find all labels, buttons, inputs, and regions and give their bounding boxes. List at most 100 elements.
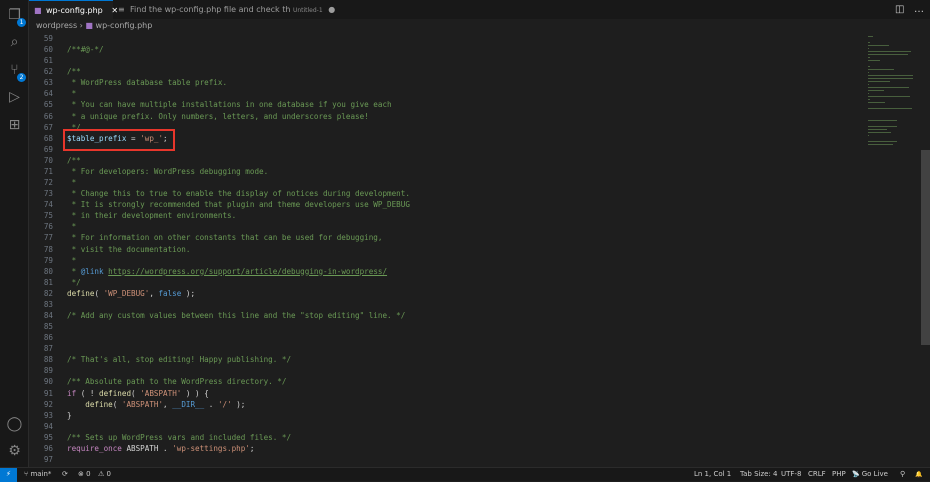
code-token: if — [67, 388, 77, 398]
code-token: ( — [112, 399, 122, 409]
minimap-line — [868, 81, 891, 82]
go-live-button[interactable]: 📡 Go Live — [852, 468, 888, 481]
split-editor-icon[interactable]: ◫ — [895, 4, 904, 15]
code-line[interactable]: /* That's all, stop editing! Happy publi… — [67, 355, 291, 364]
minimap-line — [868, 87, 910, 88]
code-line[interactable]: * — [67, 222, 77, 232]
line-number: 67 — [43, 122, 53, 132]
code-token: require_once — [67, 443, 122, 453]
line-number: 77 — [43, 233, 53, 243]
code-line[interactable]: define( 'WP_DEBUG', false ); — [67, 289, 195, 298]
source-control-icon[interactable]: ⑂ 2 — [6, 62, 26, 82]
code-line[interactable]: * @link https://wordpress.org/support/ar… — [67, 267, 387, 276]
code-line[interactable]: * — [67, 255, 77, 265]
code-line[interactable]: /** Sets up WordPress vars and included … — [67, 433, 291, 442]
breadcrumb-file[interactable]: wp-config.php — [96, 21, 153, 30]
run-debug-icon[interactable]: ▷ — [6, 89, 23, 106]
code-line[interactable]: /** — [67, 67, 81, 76]
code-token: '/' — [217, 399, 232, 409]
minimap-line — [868, 96, 910, 97]
cursor-position[interactable]: Ln 1, Col 1 — [694, 468, 731, 481]
tab-wp-config[interactable]: ■ wp-config.php ✕ — [29, 0, 118, 19]
code-line[interactable]: * in their development environments. — [67, 211, 237, 220]
line-number: 86 — [43, 333, 53, 343]
line-number: 87 — [43, 344, 53, 354]
code-token: * WordPress database table prefix. — [67, 78, 228, 88]
tab-label: Find the wp-config.php file and check th — [130, 5, 291, 14]
code-token: * — [67, 266, 81, 276]
unsaved-dot-icon[interactable]: ● — [328, 5, 335, 14]
language-mode[interactable]: PHP — [832, 468, 846, 481]
extensions-icon[interactable]: ⊞ — [6, 117, 23, 134]
code-line[interactable]: /**#@-*/ — [67, 45, 104, 54]
code-token: * — [67, 222, 77, 232]
code-token: * — [67, 89, 77, 99]
code-token: /* That's all, stop editing! Happy publi… — [67, 355, 292, 365]
code-line[interactable]: define( 'ABSPATH', __DIR__ . '/' ); — [67, 400, 245, 409]
settings-gear-icon[interactable]: ⚙ — [6, 443, 23, 460]
code-token: * You can have multiple installations in… — [67, 100, 392, 110]
search-icon[interactable]: ⌕ — [6, 34, 23, 51]
scrollbar-thumb[interactable] — [921, 150, 930, 345]
code-line[interactable]: * WordPress database table prefix. — [67, 78, 227, 87]
line-ending[interactable]: CRLF — [808, 468, 826, 481]
code-line[interactable]: * You can have multiple installations in… — [67, 100, 392, 109]
code-token: * — [67, 255, 77, 265]
code-line[interactable]: */ — [67, 278, 81, 287]
feedback-icon[interactable]: ⚲ — [900, 468, 905, 481]
line-number: 78 — [43, 244, 53, 254]
code-line[interactable]: * It is strongly recommended that plugin… — [67, 200, 410, 209]
branch-indicator[interactable]: ⑂ main* — [24, 468, 51, 481]
code-line[interactable]: * — [67, 178, 77, 188]
code-line[interactable]: require_once ABSPATH . 'wp-settings.php'… — [67, 444, 254, 453]
code-line[interactable]: } — [67, 411, 72, 420]
remote-indicator[interactable]: ⚡ — [0, 468, 17, 482]
editor-actions: ◫ … — [895, 0, 924, 19]
line-number: 96 — [43, 443, 53, 453]
tab-size[interactable]: Tab Size: 4 — [740, 468, 777, 481]
minimap[interactable] — [866, 33, 920, 183]
code-line[interactable]: * — [67, 89, 77, 99]
line-number: 85 — [43, 322, 53, 332]
code-token: * — [67, 178, 77, 188]
code-token: * For developers: WordPress debugging mo… — [67, 166, 269, 176]
code-token: } — [67, 410, 72, 420]
code-line[interactable]: * a unique prefix. Only numbers, letters… — [67, 112, 369, 121]
code-line[interactable]: /** Absolute path to the WordPress direc… — [67, 377, 286, 386]
code-token: , — [163, 399, 173, 409]
minimap-line — [868, 48, 870, 49]
go-live-label: Go Live — [861, 470, 888, 478]
explorer-icon[interactable]: ❐ 1 — [6, 7, 26, 27]
line-number: 66 — [43, 111, 53, 121]
minimap-line — [868, 57, 870, 58]
warnings-count[interactable]: ⚠ 0 — [98, 468, 111, 481]
notifications-bell-icon[interactable]: 🔔 — [915, 468, 922, 481]
minimap-line — [868, 51, 911, 52]
minimap-line — [868, 90, 885, 91]
encoding[interactable]: UTF-8 — [781, 468, 801, 481]
activity-bar: ❐ 1 ⌕ ⑂ 2 ▷ ⊞ ◯ ⚙ — [0, 0, 29, 467]
more-actions-icon[interactable]: … — [914, 4, 924, 15]
code-line[interactable]: /* Add any custom values between this li… — [67, 311, 405, 320]
code-line[interactable]: if ( ! defined( 'ABSPATH' ) ) { — [67, 389, 209, 398]
sync-icon[interactable]: ⟳ — [62, 468, 68, 481]
errors-count[interactable]: ⊗ 0 — [78, 468, 91, 481]
line-number: 74 — [43, 200, 53, 210]
code-line[interactable]: * For developers: WordPress debugging mo… — [67, 166, 269, 176]
code-line[interactable]: * visit the documentation. — [67, 245, 191, 254]
code-line[interactable]: * For information on other constants tha… — [67, 233, 383, 242]
account-icon[interactable]: ◯ — [6, 416, 23, 433]
code-line[interactable]: * Change this to true to enable the disp… — [67, 189, 410, 198]
breadcrumb-folder[interactable]: wordpress — [36, 21, 77, 30]
line-number: 83 — [43, 299, 53, 309]
code-token: * It is strongly recommended that plugin… — [67, 200, 410, 210]
code-token: false — [158, 288, 182, 298]
line-number: 62 — [43, 67, 53, 77]
code-token: * a unique prefix. Only numbers, letters… — [67, 111, 369, 121]
minimap-line — [868, 102, 885, 103]
tab-untitled[interactable]: ≡ Find the wp-config.php file and check t… — [113, 0, 335, 19]
code-editor[interactable]: 59 60 /**#@-*/ 61 62 /** 63 * WordPress databa… — [29, 33, 865, 467]
line-number: 71 — [43, 166, 53, 176]
minimap-line — [868, 60, 880, 61]
code-line[interactable]: /** — [67, 156, 81, 165]
